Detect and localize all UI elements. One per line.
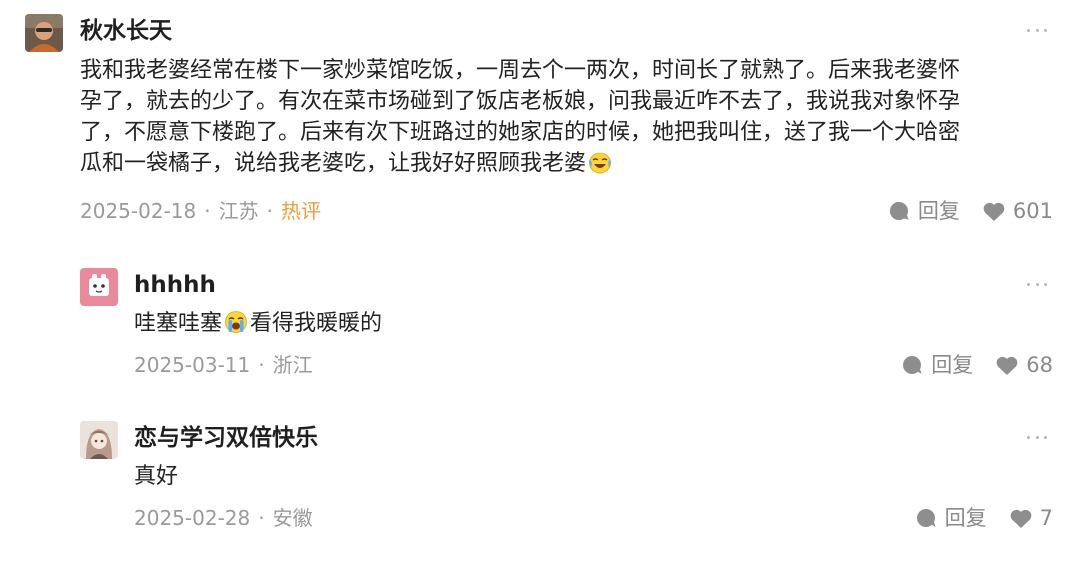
- comment-text-segment: 瓜和一袋橘子，说给我老婆吃，让我好好照顾我老婆: [80, 151, 587, 176]
- reply-button[interactable]: 回复: [915, 505, 987, 531]
- comment-text: 哇塞哇塞 看得我暖暖的: [134, 308, 382, 343]
- avatar[interactable]: [80, 421, 118, 459]
- reply-label: 回复: [931, 353, 974, 377]
- avatar-pink-cartoon-icon: [80, 268, 118, 306]
- comment-actions: 回复 7: [915, 505, 1053, 531]
- comment-location: 安徽: [272, 506, 313, 530]
- reply-label: 回复: [944, 506, 987, 530]
- more-options-icon[interactable]: [1027, 432, 1047, 442]
- comment-username[interactable]: 秋水长天: [80, 16, 172, 46]
- reply-label: 回复: [917, 199, 960, 223]
- more-options-icon[interactable]: [1027, 25, 1047, 35]
- comment-date: 2025-03-11: [134, 353, 251, 377]
- comment-text-line: 瓜和一袋橘子，说给我老婆吃，让我好好照顾我老婆: [80, 148, 960, 183]
- comment-date: 2025-02-28: [134, 506, 251, 530]
- crying-emoji-icon: [223, 310, 249, 343]
- comment-text: 我和我老婆经常在楼下一家炒菜馆吃饭，一周去个一两次，时间长了就熟了。后来我老婆怀…: [80, 55, 960, 183]
- like-count: 7: [1039, 506, 1053, 530]
- comment-date: 2025-02-18: [80, 199, 197, 223]
- reply-button[interactable]: 回复: [901, 352, 973, 378]
- reply-bubble-icon: [916, 509, 936, 527]
- comment-username[interactable]: hhhhh: [134, 270, 216, 300]
- comment-location: 浙江: [272, 353, 313, 377]
- comment-location: 江苏: [218, 199, 259, 223]
- comment-username[interactable]: 恋与学习双倍快乐: [134, 423, 318, 453]
- avatar[interactable]: [80, 268, 118, 306]
- more-options-icon[interactable]: [1027, 279, 1047, 289]
- avatar[interactable]: [25, 14, 63, 52]
- laughing-tears-emoji-icon: [587, 150, 613, 183]
- comment-actions: 回复 601: [888, 198, 1053, 224]
- avatar-photo-icon: [25, 14, 63, 52]
- comment-meta: 2025-02-18 · 江苏 · 热评: [80, 198, 321, 224]
- like-count: 68: [1026, 353, 1053, 377]
- heart-icon: [1010, 509, 1031, 528]
- meta-separator: ·: [258, 506, 265, 530]
- reply-bubble-icon: [889, 202, 909, 221]
- like-button[interactable]: 68: [995, 352, 1053, 378]
- comment-text-line: 我和我老婆经常在楼下一家炒菜馆吃饭，一周去个一两次，时间长了就熟了。后来我老婆怀: [80, 58, 961, 83]
- comment-meta: 2025-03-11 · 浙江: [134, 352, 313, 378]
- heart-icon: [996, 356, 1018, 375]
- comment-text-line: 孕了，就去的少了。有次在菜市场碰到了饭店老板娘，问我最近咋不去了，我说我对象怀孕: [80, 89, 961, 114]
- heart-icon: [983, 202, 1005, 221]
- hot-comment-badge: 热评: [280, 199, 321, 223]
- comment-actions: 回复 68: [901, 352, 1053, 378]
- avatar-anime-girl-icon: [80, 421, 118, 459]
- meta-separator: ·: [266, 199, 273, 223]
- comment-text-segment: 哇塞哇塞: [134, 311, 223, 336]
- like-button[interactable]: 601: [982, 198, 1053, 224]
- like-count: 601: [1012, 199, 1053, 223]
- comment-text-line: 了，不愿意下楼跑了。后来有次下班路过的她家店的时候，她把我叫住，送了我一个大哈密: [80, 120, 961, 145]
- comment-meta: 2025-02-28 · 安徽: [134, 505, 313, 531]
- like-button[interactable]: 7: [1009, 505, 1053, 531]
- meta-separator: ·: [258, 353, 265, 377]
- comment-text-segment: 看得我暖暖的: [250, 311, 383, 336]
- meta-separator: ·: [204, 199, 211, 223]
- reply-button[interactable]: 回复: [888, 198, 960, 224]
- comment-text: 真好: [134, 464, 179, 489]
- reply-bubble-icon: [903, 356, 922, 374]
